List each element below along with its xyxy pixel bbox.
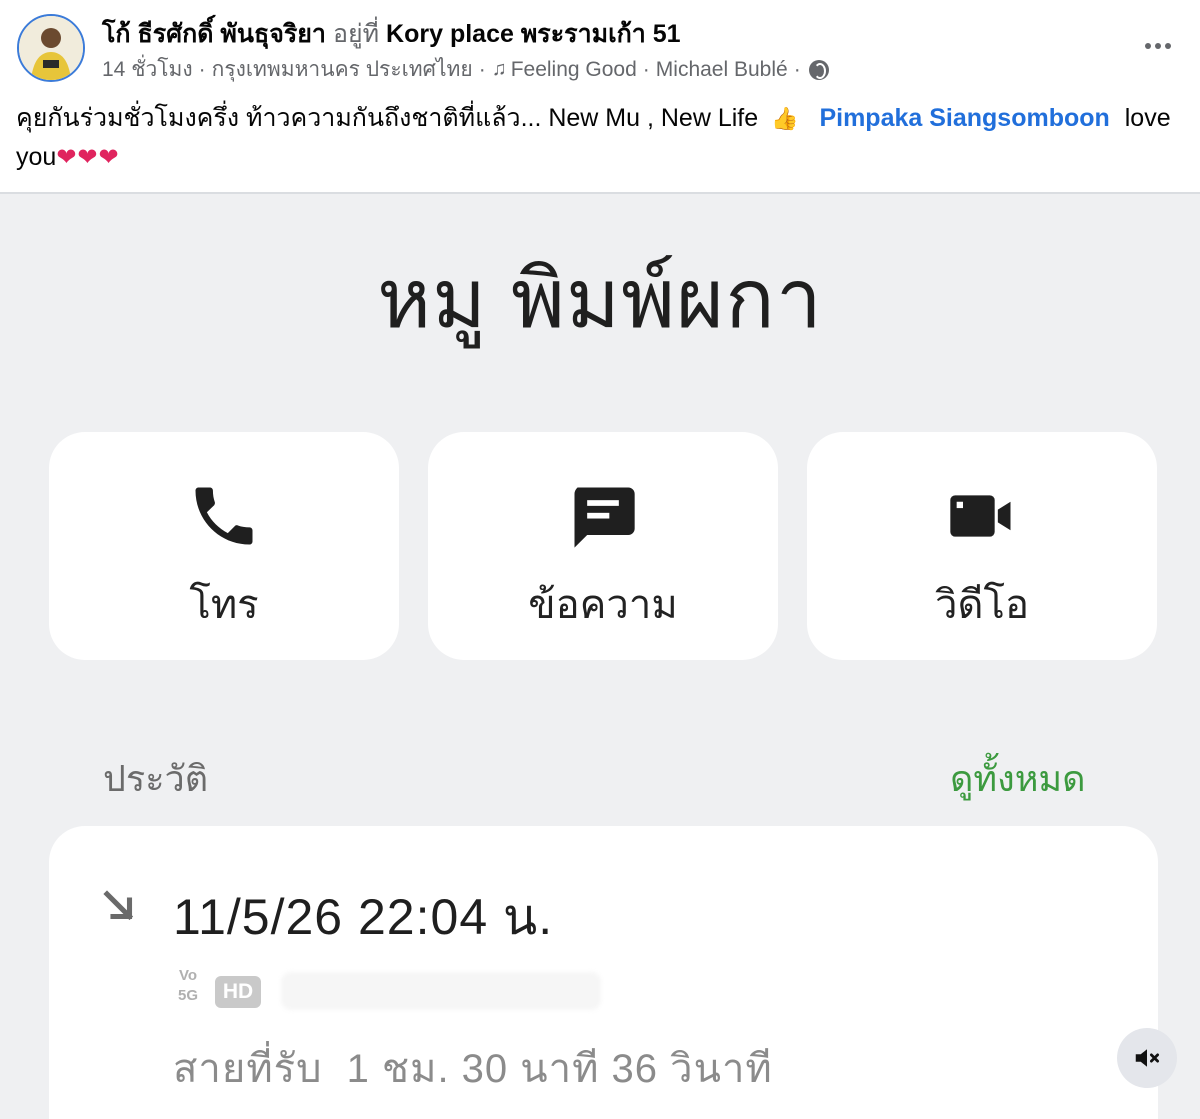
meta-separator: · xyxy=(198,57,206,81)
place-name[interactable]: Kory place พระรามเก้า 51 xyxy=(386,20,681,48)
song-artist[interactable]: Michael Bublé xyxy=(656,58,788,82)
mention-link[interactable]: Pimpaka Siangsomboon xyxy=(819,104,1109,132)
music-note-icon: ♫ xyxy=(491,58,507,80)
post-header: โก้ ธีรศักดิ์ พันธุจริยา อยู่ที่ Kory pl… xyxy=(0,0,1200,192)
meta-separator: · xyxy=(642,57,650,81)
globe-icon[interactable] xyxy=(808,59,829,80)
author-line: โก้ ธีรศักดิ์ พันธุจริยา อยู่ที่ Kory pl… xyxy=(102,14,681,54)
video-call-button[interactable]: วิดีโอ xyxy=(807,432,1157,660)
thumbs-up-hand-icon: 👍 xyxy=(771,106,799,131)
video-camera-icon xyxy=(950,495,1011,537)
author-avatar[interactable] xyxy=(17,14,85,82)
location-prefix: อยู่ที่ xyxy=(332,20,380,48)
song-title[interactable]: Feeling Good xyxy=(511,58,637,82)
post-timestamp[interactable]: 14 ชั่วโมง xyxy=(102,53,193,86)
muted-speaker-icon xyxy=(1135,1049,1159,1067)
see-all-link[interactable]: ดูทั้งหมด xyxy=(950,750,1086,807)
message-label: ข้อความ xyxy=(528,583,678,627)
volte-badge: Vo 5G xyxy=(177,967,198,1004)
call-label: โทร xyxy=(189,583,259,627)
call-timestamp: 11/5/26 22:04 น. xyxy=(173,889,554,945)
incoming-call-arrow-icon xyxy=(103,890,134,921)
duration-label: สายที่รับ xyxy=(173,1047,323,1091)
post-location[interactable]: กรุงเทพมหานคร ประเทศไทย xyxy=(212,53,473,86)
phone-icon xyxy=(195,487,253,545)
video-label: วิดีโอ xyxy=(935,583,1029,627)
call-history-item[interactable]: 11/5/26 22:04 น. Vo 5G HD สายที่รับ 1 ชม.… xyxy=(49,826,1158,1119)
contact-name: หมู พิมพ์ผกา xyxy=(377,254,823,345)
mute-toggle-button[interactable] xyxy=(1117,1028,1177,1088)
message-icon xyxy=(574,487,635,548)
caption-text: คุยกันร่วมชั่วโมงครึ่ง ท้าวความกันถึงชาต… xyxy=(16,104,759,132)
message-button[interactable]: ข้อความ xyxy=(428,432,778,660)
history-heading: ประวัติ xyxy=(103,758,209,799)
post-meta: 14 ชั่วโมง · กรุงเทพมหานคร ประเทศไทย · ♫… xyxy=(102,53,829,86)
more-options-button[interactable] xyxy=(1138,30,1178,62)
heart-emoji-icon: ❤❤❤ xyxy=(56,144,120,171)
post-caption: คุยกันร่วมชั่วโมงครึ่ง ท้าวความกันถึงชาต… xyxy=(16,99,1186,177)
avatar-photo xyxy=(19,16,83,80)
hd-badge: HD xyxy=(215,976,261,1008)
meta-separator: · xyxy=(793,57,801,81)
contact-screenshot: หมู พิมพ์ผกา โทร ข้อความ วิดีโอ ประวัติ … xyxy=(0,192,1200,1119)
call-button[interactable]: โทร xyxy=(49,432,399,660)
call-duration: สายที่รับ 1 ชม. 30 นาที 36 วินาที xyxy=(173,1036,773,1100)
duration-value: 1 ชม. 30 นาที 36 วินาที xyxy=(346,1047,773,1091)
author-name[interactable]: โก้ ธีรศักดิ์ พันธุจริยา xyxy=(102,20,326,48)
meta-separator: · xyxy=(478,57,486,81)
redacted-number xyxy=(281,972,601,1010)
more-horizontal-icon xyxy=(1145,43,1151,49)
